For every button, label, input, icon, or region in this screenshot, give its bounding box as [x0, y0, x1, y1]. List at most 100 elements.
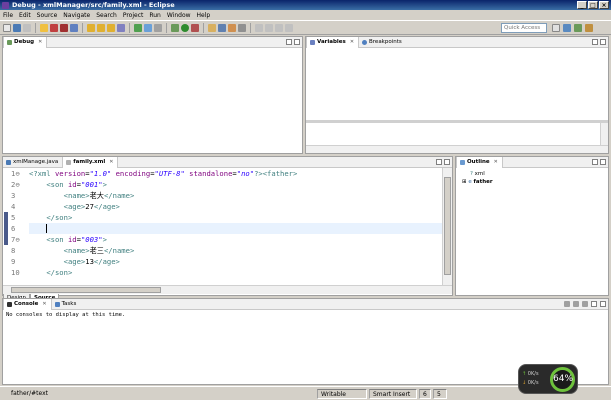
minimize-view-button[interactable] — [591, 301, 597, 307]
code-line[interactable]: </son> — [29, 267, 442, 278]
network-gauge-widget[interactable]: ↑ 0K/s ↓ 0K/s 64% — [518, 364, 578, 394]
close-icon[interactable]: ✕ — [42, 301, 46, 307]
menu-file[interactable]: File — [3, 12, 13, 19]
back-icon[interactable] — [275, 23, 283, 32]
drop-frame-icon[interactable] — [117, 23, 125, 32]
display-console-icon[interactable] — [564, 301, 570, 307]
tab-tasks[interactable]: Tasks — [52, 299, 81, 310]
line-number: 3 — [11, 191, 16, 200]
outline-view: Outline ✕ ? xml ⊞ e father — [455, 156, 609, 296]
outline-item-father[interactable]: ⊞ e father — [462, 178, 602, 186]
code-line[interactable]: <name>老大</name> — [29, 190, 442, 201]
code-line[interactable]: <name>老三</name> — [29, 245, 442, 256]
expand-icon[interactable]: ⊞ — [462, 179, 467, 185]
outline-item-xml[interactable]: ? xml — [462, 170, 602, 178]
debug-perspective-icon[interactable] — [574, 24, 582, 32]
tab-xmlmanage-java[interactable]: xmlManage.java — [3, 157, 62, 168]
disconnect-icon[interactable] — [70, 23, 78, 32]
text-cursor — [46, 224, 48, 233]
menu-run[interactable]: Run — [149, 12, 161, 19]
resume-icon[interactable] — [40, 23, 48, 32]
minimize-view-button[interactable] — [592, 159, 598, 165]
print-icon[interactable] — [23, 23, 31, 32]
new-icon[interactable] — [3, 23, 11, 32]
maximize-view-button[interactable] — [600, 39, 606, 45]
tab-variables[interactable]: Variables ✕ — [306, 36, 360, 48]
new-package-icon[interactable] — [208, 23, 216, 32]
java-perspective-icon[interactable] — [563, 24, 571, 32]
tab-console[interactable]: Console ✕ — [3, 298, 52, 310]
search-icon[interactable] — [154, 23, 162, 32]
menu-window[interactable]: Window — [167, 12, 191, 19]
save-icon[interactable] — [13, 23, 21, 32]
status-line: 6 — [419, 388, 431, 399]
debug-icon[interactable] — [171, 23, 179, 32]
step-into-icon[interactable] — [87, 23, 95, 32]
annotation-ruler[interactable] — [3, 168, 10, 285]
new-class-icon[interactable] — [218, 23, 226, 32]
minimize-view-button[interactable] — [436, 159, 442, 165]
current-code-line[interactable] — [29, 223, 442, 234]
code-lines[interactable]: <?xml version="1.0" encoding="UTF-8" sta… — [29, 168, 442, 278]
editor-vscroll[interactable] — [442, 168, 452, 285]
tab-outline[interactable]: Outline ✕ — [456, 156, 503, 168]
menu-project[interactable]: Project — [123, 12, 144, 19]
xml-source-editor[interactable]: 1⊖ 2⊖ 3 4 5 6 7⊖ 8 9 10 <?xml version="1… — [3, 168, 452, 285]
next-annotation-icon[interactable] — [255, 23, 263, 32]
run-icon[interactable] — [181, 23, 189, 32]
code-line[interactable]: <son id="003"> — [29, 234, 442, 245]
open-folder-icon[interactable] — [228, 23, 236, 32]
xml-file-icon — [66, 159, 72, 165]
maximize-view-button[interactable] — [444, 159, 450, 165]
minimize-view-button[interactable] — [592, 39, 598, 45]
pin-console-icon[interactable] — [573, 301, 579, 307]
minimize-view-button[interactable] — [286, 39, 292, 45]
line-number: 5 — [11, 213, 16, 222]
maximize-view-button[interactable] — [294, 39, 300, 45]
maximize-view-button[interactable] — [600, 301, 606, 307]
close-icon[interactable]: ✕ — [350, 39, 354, 45]
step-return-icon[interactable] — [107, 23, 115, 32]
step-over-icon[interactable] — [97, 23, 105, 32]
code-line[interactable]: <?xml version="1.0" encoding="UTF-8" sta… — [29, 168, 442, 179]
menu-navigate[interactable]: Navigate — [63, 12, 90, 19]
forward-icon[interactable] — [285, 23, 293, 32]
maximize-view-button[interactable] — [600, 159, 606, 165]
scroll-thumb[interactable] — [11, 287, 161, 293]
terminate-icon[interactable] — [60, 23, 68, 32]
close-button[interactable]: × — [599, 1, 609, 9]
menu-search[interactable]: Search — [96, 12, 117, 19]
close-icon[interactable]: ✕ — [109, 159, 113, 165]
editor-hscroll[interactable] — [3, 285, 452, 294]
minimize-button[interactable]: _ — [577, 1, 587, 9]
status-writable: Writable — [317, 388, 367, 399]
maximize-button[interactable]: □ — [588, 1, 598, 9]
menu-edit[interactable]: Edit — [19, 12, 31, 19]
code-line[interactable]: </son> — [29, 212, 442, 223]
suspend-icon[interactable] — [50, 23, 58, 32]
open-console-icon[interactable] — [582, 301, 588, 307]
ee-perspective-icon[interactable] — [585, 24, 593, 32]
prev-annotation-icon[interactable] — [265, 23, 273, 32]
outline-icon — [460, 159, 465, 165]
close-icon[interactable]: ✕ — [494, 159, 498, 165]
code-line[interactable]: <age>13</age> — [29, 256, 442, 267]
tab-family-xml[interactable]: family.xml ✕ — [62, 156, 119, 168]
open-type-icon[interactable] — [144, 23, 152, 32]
detail-vscroll[interactable] — [600, 123, 608, 145]
external-tools-icon[interactable] — [191, 23, 199, 32]
code-line[interactable]: <son id="001"> — [29, 179, 442, 190]
quick-access-input[interactable] — [501, 23, 547, 33]
pencil-icon[interactable] — [238, 23, 246, 32]
close-icon[interactable]: ✕ — [38, 39, 42, 45]
tab-debug[interactable]: Debug ✕ — [3, 36, 48, 48]
menu-source[interactable]: Source — [37, 12, 58, 19]
code-line[interactable]: <age>27</age> — [29, 201, 442, 212]
scroll-thumb[interactable] — [444, 177, 451, 275]
detail-hscroll[interactable] — [306, 145, 608, 153]
tab-breakpoints[interactable]: Breakpoints — [359, 37, 406, 48]
menu-help[interactable]: Help — [197, 12, 211, 19]
debug-run-icon[interactable] — [134, 23, 142, 32]
open-perspective-icon[interactable] — [552, 24, 560, 32]
detail-sash[interactable] — [306, 120, 608, 123]
